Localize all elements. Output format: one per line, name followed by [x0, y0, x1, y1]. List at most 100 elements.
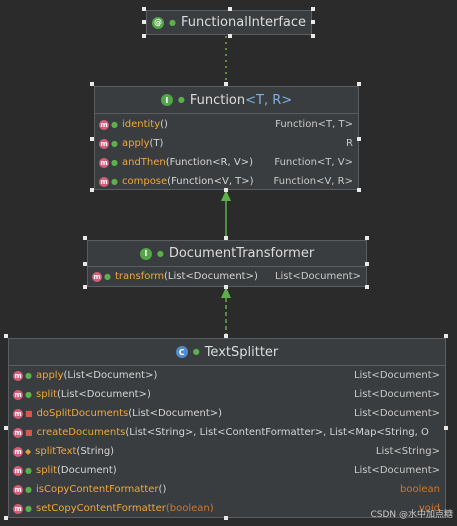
method-return-type: List<Document>: [353, 389, 440, 400]
method-row[interactable]: m ● apply (T) R: [95, 134, 358, 153]
selection-handle[interactable]: [224, 236, 228, 240]
selection-handle[interactable]: [357, 188, 361, 192]
method-name: split: [35, 389, 58, 400]
method-icon: m: [99, 119, 109, 130]
method-params: (T): [149, 138, 164, 149]
interface-icon: I: [160, 94, 173, 106]
method-name: andThen: [121, 157, 166, 168]
document-transformer-header: I ● DocumentTransformer: [88, 241, 366, 266]
method-return-type: Function<T, T>: [275, 119, 353, 130]
abstract-class-icon: C: [175, 346, 188, 358]
selection-handle[interactable]: [224, 334, 228, 338]
method-row[interactable]: m ● split (List<Document>) List<Document>: [9, 385, 445, 404]
selection-handle[interactable]: [4, 516, 8, 520]
method-name: split: [35, 465, 58, 476]
method-name: doSplitDocuments: [36, 408, 129, 419]
method-params: (Document): [57, 465, 117, 476]
function-box[interactable]: I ● Function<T, R> m ● identity () Functi…: [94, 86, 359, 190]
selection-handle[interactable]: [357, 137, 361, 141]
method-row[interactable]: m ● apply (List<Document>) List<Document>: [9, 366, 445, 385]
method-name: splitText: [35, 446, 77, 457]
selection-handle[interactable]: [142, 20, 146, 24]
selection-handle[interactable]: [311, 7, 315, 11]
function-header: I ● Function<T, R>: [95, 87, 358, 113]
method-row[interactable]: m ■ createDocuments (List<String>, List<C…: [9, 423, 445, 442]
method-return-type: R: [346, 138, 353, 149]
selection-handle[interactable]: [228, 7, 232, 11]
method-params: (boolean): [165, 503, 214, 514]
selection-handle[interactable]: [4, 426, 8, 430]
method-params: (): [158, 484, 167, 495]
method-row[interactable]: m ● andThen (Function<R, V>) Function<T, …: [95, 153, 358, 172]
function-methods: m ● identity () Function<T, T> m ● apply (…: [95, 113, 358, 191]
selection-handle[interactable]: [357, 82, 361, 86]
selection-handle[interactable]: [142, 7, 146, 11]
selection-handle[interactable]: [90, 188, 94, 192]
functional-interface-box[interactable]: @ ● FunctionalInterface: [146, 10, 312, 35]
method-name: apply: [121, 138, 150, 149]
document-transformer-title: DocumentTransformer: [168, 246, 315, 261]
method-return-type: List<Document>: [353, 465, 440, 476]
method-return-type: List<Document>: [274, 271, 361, 282]
selection-handle[interactable]: [83, 285, 87, 289]
selection-handle[interactable]: [90, 82, 94, 86]
selection-handle[interactable]: [365, 236, 369, 240]
method-icon: m: [13, 370, 23, 381]
method-return-type: List<String>: [375, 446, 440, 457]
selection-handle[interactable]: [83, 236, 87, 240]
method-row[interactable]: m ● identity () Function<T, T>: [95, 115, 358, 134]
method-row[interactable]: m ■ doSplitDocuments (List<Document>) Lis…: [9, 404, 445, 423]
selection-handle[interactable]: [311, 20, 315, 24]
functional-interface-header: @ ● FunctionalInterface: [147, 11, 311, 34]
method-return-type: Function<T, V>: [274, 157, 353, 168]
public-visibility-icon: ●: [25, 465, 32, 475]
abstract-method-icon: m: [13, 446, 23, 457]
method-params: (String): [76, 446, 115, 457]
selection-handle[interactable]: [4, 334, 8, 338]
selection-handle[interactable]: [224, 188, 228, 192]
method-row[interactable]: m ● transform (List<Document>) List<Docum…: [88, 267, 366, 286]
method-row[interactable]: m ● split (Document) List<Document>: [9, 461, 445, 480]
document-transformer-methods: m ● transform (List<Document>) List<Docum…: [88, 266, 366, 286]
public-visibility-icon: ●: [192, 347, 200, 356]
method-params: (Function<R, V>): [165, 157, 253, 168]
method-icon: m: [13, 465, 23, 476]
selection-handle[interactable]: [224, 285, 228, 289]
text-splitter-header: C ● TextSplitter: [9, 339, 445, 365]
selection-handle[interactable]: [444, 426, 448, 430]
public-visibility-icon: ●: [156, 248, 164, 258]
selection-handle[interactable]: [365, 285, 369, 289]
method-name: transform: [114, 271, 165, 282]
method-name: createDocuments: [36, 427, 126, 438]
selection-handle[interactable]: [365, 262, 369, 266]
selection-handle[interactable]: [142, 34, 146, 38]
method-icon: m: [13, 484, 23, 495]
public-visibility-icon: ●: [111, 138, 118, 148]
method-params: (List<Document>): [128, 408, 223, 419]
document-transformer-box[interactable]: I ● DocumentTransformer m ● transform (Li…: [87, 240, 367, 287]
selection-handle[interactable]: [224, 516, 228, 520]
method-icon: m: [99, 176, 109, 187]
selection-handle[interactable]: [90, 137, 94, 141]
method-row[interactable]: m ● isCopyContentFormatter () boolean: [9, 480, 445, 499]
selection-handle[interactable]: [228, 34, 232, 38]
method-return-type: List<Document>: [353, 370, 440, 381]
method-row[interactable]: m ◆ splitText (String) List<String>: [9, 442, 445, 461]
method-params: (Function<V, T>): [167, 176, 254, 187]
method-icon: m: [13, 503, 23, 514]
selection-handle[interactable]: [83, 262, 87, 266]
selection-handle[interactable]: [444, 334, 448, 338]
text-splitter-box[interactable]: C ● TextSplitter m ● apply (List<Document…: [8, 338, 446, 518]
protected-visibility-icon: ◆: [25, 446, 32, 456]
method-return-type: boolean: [400, 484, 440, 495]
interface-icon: I: [139, 247, 152, 260]
method-params: (List<Document>): [164, 271, 258, 282]
public-visibility-icon: ●: [168, 17, 176, 27]
selection-handle[interactable]: [224, 82, 228, 86]
public-visibility-icon: ●: [25, 389, 32, 399]
private-visibility-icon: ■: [25, 408, 33, 418]
method-name: apply: [35, 370, 64, 381]
text-splitter-methods: m ● apply (List<Document>) List<Document>…: [9, 365, 445, 518]
method-icon: m: [13, 389, 23, 400]
selection-handle[interactable]: [311, 34, 315, 38]
